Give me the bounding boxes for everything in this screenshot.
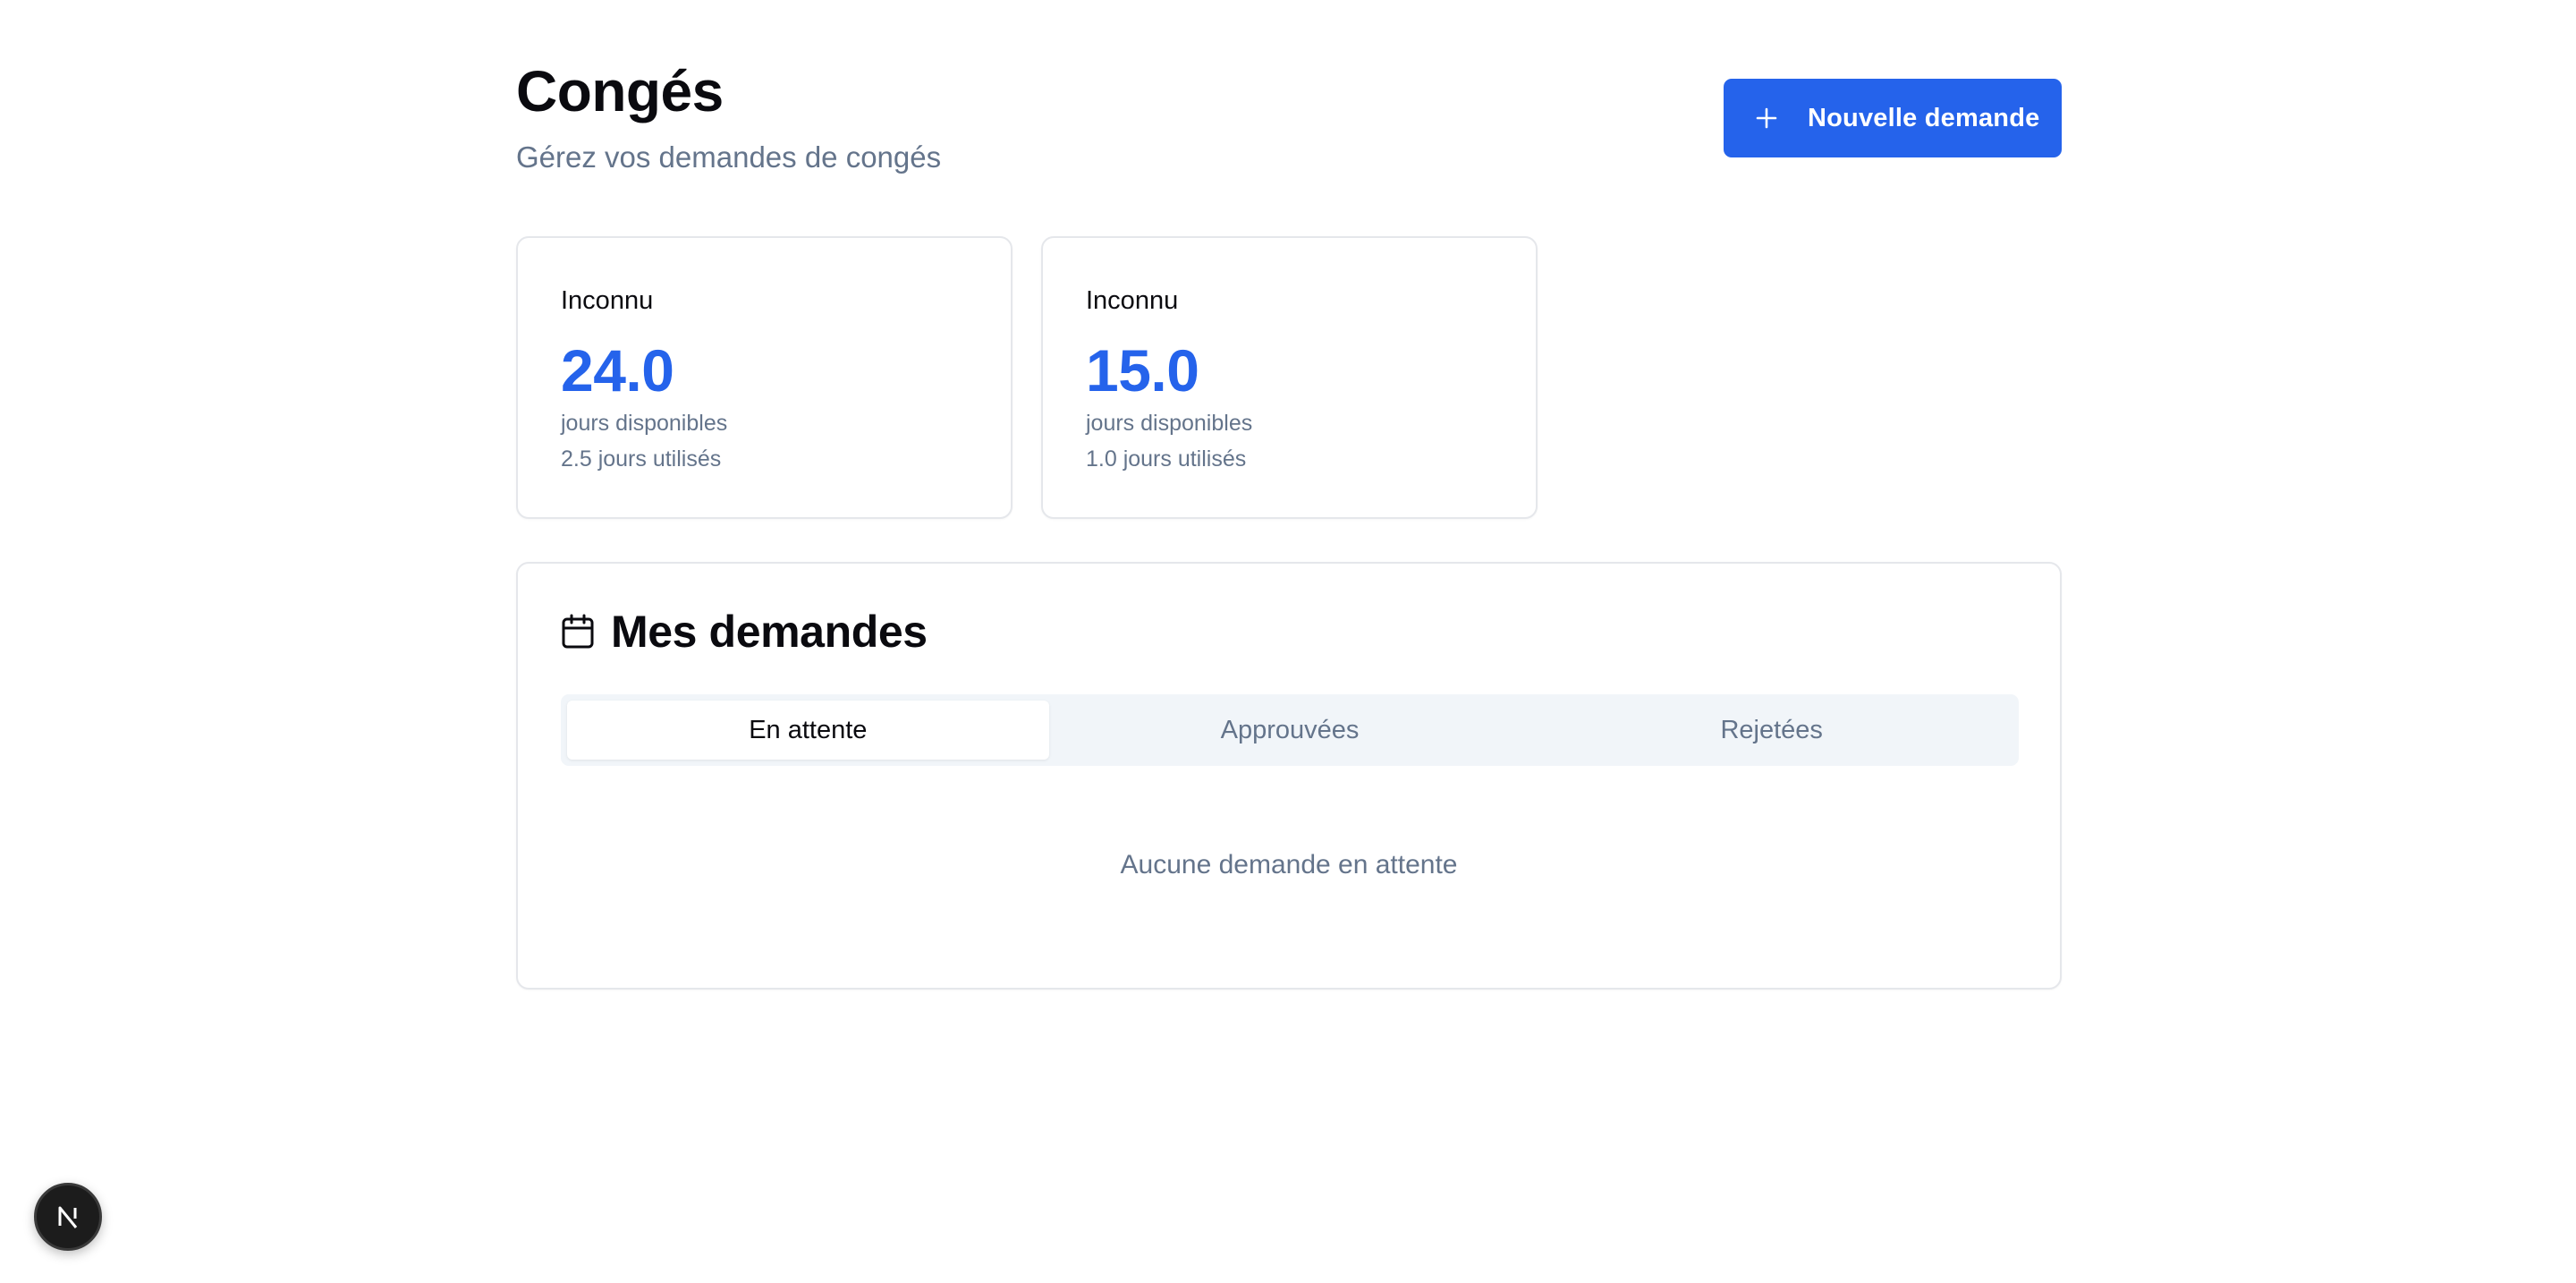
- balance-used: 2.5 jours utilisés: [561, 446, 722, 472]
- page-header: Congés Gérez vos demandes de congés Nouv…: [516, 0, 2062, 233]
- balance-cards: Inconnu 24.0 jours disponibles 2.5 jours…: [516, 236, 1538, 519]
- page-subtitle: Gérez vos demandes de congés: [516, 140, 942, 174]
- new-request-label: Nouvelle demande: [1808, 103, 2040, 132]
- page-title: Congés: [516, 59, 724, 123]
- balance-available-label: jours disponibles: [1086, 411, 1253, 436]
- calendar-icon: [561, 614, 595, 650]
- new-request-button[interactable]: Nouvelle demande: [1724, 79, 2062, 157]
- requests-title: Mes demandes: [611, 607, 928, 657]
- balance-available: 15.0: [1086, 337, 1199, 404]
- plus-icon: [1754, 106, 1779, 131]
- balance-card: Inconnu 24.0 jours disponibles 2.5 jours…: [516, 236, 1013, 519]
- empty-state-message: Aucune demande en attente: [1120, 850, 1458, 879]
- requests-header: Mes demandes: [561, 603, 928, 660]
- balance-used: 1.0 jours utilisés: [1086, 446, 1247, 472]
- tab-rejected[interactable]: Rejetées: [1530, 701, 2012, 760]
- requests-tabs: En attente Approuvées Rejetées: [561, 694, 2019, 766]
- balance-type: Inconnu: [561, 286, 654, 315]
- page: Congés Gérez vos demandes de congés Nouv…: [0, 0, 2576, 1283]
- tab-approved[interactable]: Approuvées: [1049, 701, 1531, 760]
- balance-type: Inconnu: [1086, 286, 1179, 315]
- tab-pending[interactable]: En attente: [567, 701, 1049, 760]
- balance-available-label: jours disponibles: [561, 411, 728, 436]
- nextjs-logo-icon[interactable]: [34, 1183, 102, 1251]
- balance-card: Inconnu 15.0 jours disponibles 1.0 jours…: [1041, 236, 1538, 519]
- main-container: Congés Gérez vos demandes de congés Nouv…: [516, 0, 2062, 990]
- balance-available: 24.0: [561, 337, 674, 404]
- requests-panel: Mes demandes En attente Approuvées Rejet…: [516, 562, 2062, 990]
